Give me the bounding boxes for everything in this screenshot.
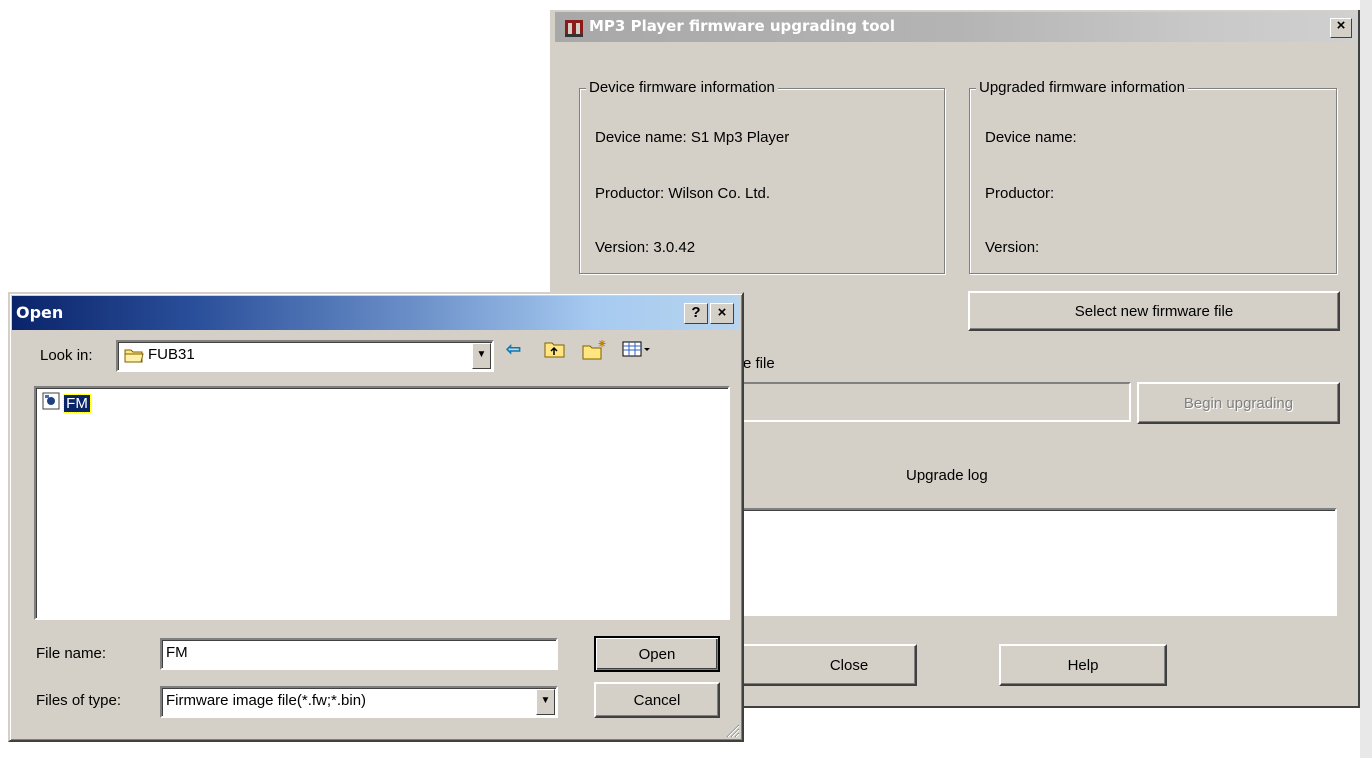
upgraded-firmware-legend: Upgraded firmware information [976, 79, 1188, 96]
begin-upgrading-label: Begin upgrading [1183, 394, 1294, 412]
cancel-button-label: Cancel [633, 691, 681, 709]
new-folder-icon[interactable] [582, 339, 608, 365]
look-in-label: Look in: [40, 347, 93, 364]
upgraded-firmware-groupbox: Upgraded firmware information Device nam… [969, 79, 1337, 274]
begin-upgrading-button[interactable]: Begin upgrading [1137, 382, 1340, 424]
firmware-file-icon [42, 392, 60, 414]
firmware-file-label: e file [743, 355, 775, 372]
background-window-edge [1360, 0, 1372, 758]
select-firmware-file-button[interactable]: Select new firmware file [968, 291, 1340, 331]
close-icon[interactable]: × [710, 303, 734, 324]
resize-grip-icon[interactable] [724, 722, 740, 738]
firmware-tool-close-button[interactable]: × [1330, 18, 1352, 38]
close-button[interactable]: Close [741, 644, 917, 686]
upgraded-productor-label: Productor: [985, 185, 1055, 202]
look-in-combobox[interactable]: FUB31 ▼ [116, 340, 494, 372]
device-version-label: Version: 3.0.42 [595, 239, 696, 256]
look-in-value: FUB31 [148, 346, 195, 363]
file-list-pane[interactable]: FM [34, 386, 730, 620]
open-file-dialog: Open ? × Look in: FUB31 ▼ ⇦ FM File name… [8, 292, 744, 742]
list-item[interactable]: FM [42, 392, 91, 414]
folder-icon [124, 347, 144, 367]
files-of-type-combobox[interactable]: Firmware image file(*.fw;*.bin) ▼ [160, 686, 558, 718]
files-of-type-value: Firmware image file(*.fw;*.bin) [166, 692, 367, 709]
file-name-value: FM [166, 644, 188, 661]
file-name-fm: FM [63, 393, 91, 413]
file-name-input[interactable]: FM [160, 638, 558, 670]
upgraded-version-label: Version: [985, 239, 1040, 256]
device-firmware-groupbox: Device firmware information Device name:… [579, 79, 945, 274]
help-button-label: Help [1067, 656, 1099, 674]
files-of-type-label: Files of type: [36, 692, 122, 709]
firmware-tool-title: MP3 Player firmware upgrading tool [589, 17, 895, 35]
cancel-button[interactable]: Cancel [594, 682, 720, 718]
open-button-label: Open [638, 645, 676, 663]
up-folder-icon[interactable] [544, 339, 566, 363]
files-of-type-dropdown-arrow-icon[interactable]: ▼ [536, 689, 555, 715]
upgrade-log-box[interactable] [741, 508, 1337, 616]
device-name-label: Device name: S1 Mp3 Player [595, 129, 790, 146]
device-productor-label: Productor: Wilson Co. Ltd. [595, 185, 771, 202]
upgrade-log-label: Upgrade log [906, 467, 988, 484]
open-button[interactable]: Open [594, 636, 720, 672]
firmware-tool-titlebar[interactable]: MP3 Player firmware upgrading tool × [555, 12, 1358, 42]
open-dialog-titlebar[interactable]: Open ? × [12, 296, 740, 330]
close-button-label: Close [829, 656, 869, 674]
look-in-dropdown-arrow-icon[interactable]: ▼ [472, 343, 491, 369]
app-icon [563, 16, 585, 38]
help-icon[interactable]: ? [684, 303, 708, 324]
file-name-label: File name: [36, 645, 107, 662]
firmware-file-path-field[interactable] [741, 382, 1131, 422]
device-firmware-legend: Device firmware information [586, 79, 778, 96]
view-menu-icon[interactable] [622, 339, 652, 363]
upgraded-device-name-label: Device name: [985, 129, 1077, 146]
select-firmware-file-label: Select new firmware file [1074, 302, 1234, 320]
open-dialog-title: Open [16, 303, 64, 322]
help-button[interactable]: Help [999, 644, 1167, 686]
back-arrow-icon[interactable]: ⇦ [506, 339, 521, 359]
